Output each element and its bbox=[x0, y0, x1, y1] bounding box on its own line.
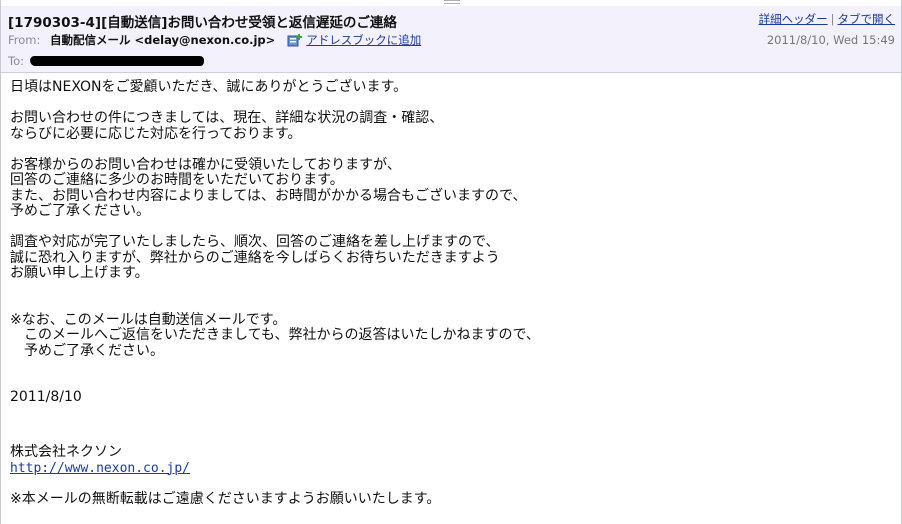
resize-grip[interactable] bbox=[444, 0, 460, 4]
body-line: 予めご了承ください。 bbox=[10, 203, 150, 219]
addressbook-add-icon[interactable] bbox=[287, 33, 303, 47]
open-in-tab-link[interactable]: タブで開く bbox=[838, 12, 896, 26]
redacted-recipient bbox=[29, 56, 205, 66]
note-line: このメールへご返信をいただきましても、弊社からの返答はいたしかねますので、 bbox=[10, 327, 540, 343]
body-line: お問い合わせの件につきましては、現在、詳細な状況の調査・確認、 bbox=[10, 110, 444, 126]
body-line: また、お問い合わせ内容によりましては、お時間がかかる場合もございますので、 bbox=[10, 187, 527, 204]
header-links: 詳細ヘッダー | タブで開く bbox=[759, 11, 895, 27]
body-line: お願い申し上げます。 bbox=[10, 265, 149, 281]
note-line: ※なお、このメールは自動送信メールです。 bbox=[10, 311, 287, 328]
link-separator: | bbox=[830, 12, 835, 26]
body-line: 誠に恐れ入りますが、弊社からのご連絡を今しばらくお待ちいただきますよう bbox=[10, 249, 500, 266]
message-date: 2011/8/10, Wed 15:49 bbox=[766, 33, 895, 47]
message-header: [1790303-4][自動送信]お問い合わせ受領と返信遅延のご連絡 詳細ヘッダ… bbox=[1, 6, 901, 73]
to-label: To: bbox=[8, 54, 24, 68]
message-subject: [1790303-4][自動送信]お問い合わせ受領と返信遅延のご連絡 bbox=[8, 15, 397, 31]
body-line: お客様からのお問い合わせは確かに受領いたしておりますが、 bbox=[10, 156, 401, 173]
company-name: 株式会社ネクソン bbox=[10, 444, 122, 460]
footer-note: ※本メールの無断転載はご遠慮くださいますようお願いいたします。 bbox=[10, 490, 441, 507]
mail-viewer: [1790303-4][自動送信]お問い合わせ受領と返信遅延のご連絡 詳細ヘッダ… bbox=[0, 0, 902, 524]
body-greeting: 日頃はNEXONをご愛顧いただき、誠にありがとうございます。 bbox=[10, 79, 408, 95]
to-row: To: bbox=[8, 54, 205, 68]
from-row: From: 自動配信メール <delay@nexon.co.jp> アドレスブッ… bbox=[8, 32, 421, 48]
company-url-link[interactable]: http://www.nexon.co.jp/ bbox=[10, 461, 190, 476]
body-line: 回答のご連絡に多少のお時間をいただいております。 bbox=[10, 172, 344, 188]
detail-header-link[interactable]: 詳細ヘッダー bbox=[759, 12, 828, 26]
body-date: 2011/8/10 bbox=[10, 389, 82, 405]
from-label: From: bbox=[8, 33, 41, 47]
body-line: ならびに必要に応じた対応を行っております。 bbox=[10, 125, 302, 142]
body-line: 調査や対応が完了いたしましたら、順次、回答のご連絡を差し上げますので、 bbox=[10, 234, 500, 250]
sender-address[interactable]: 自動配信メール <delay@nexon.co.jp> bbox=[50, 32, 275, 48]
add-addressbook-link[interactable]: アドレスブックに追加 bbox=[306, 32, 421, 48]
message-body: 日頃はNEXONをご愛顧いただき、誠にありがとうございます。 お問い合わせの件に… bbox=[10, 79, 890, 507]
note-line: 予めご了承ください。 bbox=[10, 342, 164, 359]
